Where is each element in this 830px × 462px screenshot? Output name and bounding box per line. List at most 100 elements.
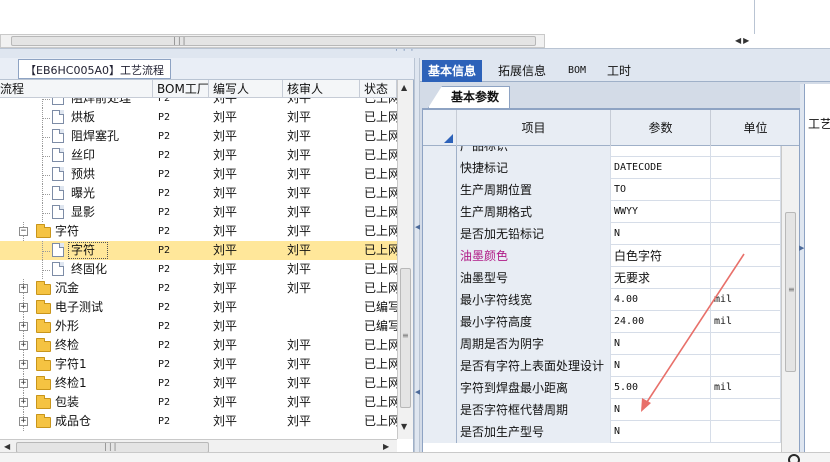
param-row[interactable]: 快捷标记 DATECODE bbox=[423, 157, 781, 179]
param-value-cell[interactable]: 24.00 bbox=[611, 311, 711, 333]
param-value-cell[interactable]: N bbox=[611, 421, 711, 443]
row-indicator[interactable] bbox=[423, 311, 457, 333]
row-indicator[interactable] bbox=[423, 201, 457, 223]
top-horizontal-scrollbar[interactable]: ||| bbox=[0, 34, 545, 48]
top-splitter[interactable]: · · · bbox=[0, 46, 830, 58]
row-indicator[interactable] bbox=[423, 223, 457, 245]
tab-work-hours[interactable]: 工时 bbox=[601, 60, 637, 82]
tab-basic-params[interactable]: 基本参数 bbox=[428, 86, 511, 108]
tree-cell-status: 已上网 bbox=[364, 243, 397, 257]
param-row[interactable]: 是否有字符上表面处理设计 N bbox=[423, 355, 781, 377]
tab-bom[interactable]: BOM bbox=[562, 60, 592, 82]
param-value-cell[interactable]: 5.00 bbox=[611, 377, 711, 399]
param-value-cell[interactable]: 无要求 bbox=[611, 267, 711, 289]
param-row[interactable]: 是否加无铅标记 N bbox=[423, 223, 781, 245]
tree-row[interactable]: 阻焊塞孔 P2 刘平 刘平 已上网 bbox=[0, 127, 397, 146]
tree-row[interactable]: + 电子测试 P2 刘平 已编写 bbox=[0, 298, 397, 317]
column-header-flow[interactable]: 流程 bbox=[0, 80, 153, 98]
column-header-unit[interactable]: 单位 bbox=[711, 110, 799, 146]
top-scroll-arrows[interactable]: ◀▶ bbox=[735, 36, 751, 45]
scroll-down-icon[interactable]: ▼ bbox=[401, 422, 407, 431]
grid-corner[interactable] bbox=[423, 110, 457, 146]
param-value-cell[interactable]: 白色字符 bbox=[611, 245, 711, 267]
param-value-cell[interactable]: DATECODE bbox=[611, 157, 711, 179]
param-value-cell[interactable]: N bbox=[611, 333, 711, 355]
tree-row[interactable]: + 终检1 P2 刘平 刘平 已上网 bbox=[0, 374, 397, 393]
process-flow-tab[interactable]: 【EB6HC005A0】工艺流程 bbox=[18, 59, 171, 79]
tree-row[interactable]: − 字符 P2 刘平 刘平 已上网 bbox=[0, 222, 397, 241]
column-header-writer[interactable]: 编写人 bbox=[209, 80, 283, 98]
column-header-factory[interactable]: BOM工厂 bbox=[153, 80, 209, 98]
grid-vertical-scrollbar[interactable]: ≡ bbox=[781, 146, 799, 461]
param-row[interactable]: 字符到焊盘最小距离 5.00 mil bbox=[423, 377, 781, 399]
scroll-left-icon[interactable]: ◀ bbox=[4, 442, 10, 451]
scroll-right-icon[interactable]: ▶ bbox=[383, 442, 389, 451]
row-indicator[interactable] bbox=[423, 377, 457, 399]
tree-row[interactable]: 丝印 P2 刘平 刘平 已上网 bbox=[0, 146, 397, 165]
param-value-cell[interactable]: N bbox=[611, 355, 711, 377]
param-value-cell[interactable]: 4.00 bbox=[611, 289, 711, 311]
tree-row[interactable]: 曝光 P2 刘平 刘平 已上网 bbox=[0, 184, 397, 203]
row-indicator[interactable] bbox=[423, 267, 457, 289]
collapse-icon[interactable]: − bbox=[19, 227, 28, 236]
expand-icon[interactable]: + bbox=[19, 284, 28, 293]
expand-icon[interactable]: + bbox=[19, 379, 28, 388]
row-indicator[interactable] bbox=[423, 289, 457, 311]
grid-scroll-thumb[interactable]: ≡ bbox=[785, 212, 796, 372]
tree-row[interactable]: 字符 P2 刘平 刘平 已上网 bbox=[0, 241, 397, 260]
tree-row[interactable]: + 成品仓 P2 刘平 刘平 已上网 bbox=[0, 412, 397, 431]
param-value-cell[interactable]: TO bbox=[611, 179, 711, 201]
column-header-status-label: 状态 bbox=[364, 82, 389, 96]
expand-icon[interactable]: + bbox=[19, 322, 28, 331]
row-indicator[interactable] bbox=[423, 146, 457, 157]
tree-row[interactable]: 预烘 P2 刘平 刘平 已上网 bbox=[0, 165, 397, 184]
row-indicator[interactable] bbox=[423, 399, 457, 421]
row-indicator[interactable] bbox=[423, 157, 457, 179]
tab-extended-info[interactable]: 拓展信息 bbox=[492, 60, 552, 82]
param-value-cell[interactable] bbox=[611, 146, 711, 157]
tree-row[interactable]: + 外形 P2 刘平 已编写 bbox=[0, 317, 397, 336]
row-indicator[interactable] bbox=[423, 333, 457, 355]
tree-scroll-thumb[interactable]: ≡ bbox=[400, 268, 411, 408]
param-row[interactable]: 周期是否为阴字 N bbox=[423, 333, 781, 355]
row-indicator[interactable] bbox=[423, 421, 457, 443]
param-row[interactable]: 油墨颜色 白色字符 bbox=[423, 245, 781, 267]
scroll-up-icon[interactable]: ▲ bbox=[401, 83, 407, 92]
param-row[interactable]: 最小字符高度 24.00 mil bbox=[423, 311, 781, 333]
tree-row[interactable]: 终固化 P2 刘平 刘平 已上网 bbox=[0, 260, 397, 279]
tree-row[interactable]: 显影 P2 刘平 刘平 已上网 bbox=[0, 203, 397, 222]
param-value-cell[interactable]: N bbox=[611, 223, 711, 245]
column-header-item[interactable]: 项目 bbox=[457, 110, 611, 146]
tree-cell-flow: 终检 bbox=[55, 338, 80, 352]
gear-icon[interactable] bbox=[788, 454, 800, 462]
param-row[interactable]: 是否加生产型号 N bbox=[423, 421, 781, 443]
param-row[interactable]: 产品标识 bbox=[423, 146, 781, 157]
tree-vertical-scrollbar[interactable]: ▲ ≡ ▼ bbox=[397, 80, 413, 439]
row-indicator[interactable] bbox=[423, 355, 457, 377]
param-row[interactable]: 是否字符框代替周期 N bbox=[423, 399, 781, 421]
param-row[interactable]: 生产周期格式 WWYY bbox=[423, 201, 781, 223]
expand-icon[interactable]: + bbox=[19, 303, 28, 312]
param-value-cell[interactable]: N bbox=[611, 399, 711, 421]
column-header-param[interactable]: 参数 bbox=[611, 110, 711, 146]
tree-row[interactable]: + 沉金 P2 刘平 刘平 已上网 bbox=[0, 279, 397, 298]
tree-row[interactable]: 烘板 P2 刘平 刘平 已上网 bbox=[0, 108, 397, 127]
tree-row[interactable]: + 包装 P2 刘平 刘平 已上网 bbox=[0, 393, 397, 412]
column-header-reviewer[interactable]: 核审人 bbox=[283, 80, 360, 98]
expand-icon[interactable]: + bbox=[19, 341, 28, 350]
tree-row[interactable]: + 字符1 P2 刘平 刘平 已上网 bbox=[0, 355, 397, 374]
row-indicator[interactable] bbox=[423, 179, 457, 201]
param-row[interactable]: 生产周期位置 TO bbox=[423, 179, 781, 201]
tree-row[interactable]: 阻焊前处理 P2 刘平 刘平 已上网 bbox=[0, 98, 397, 108]
param-row[interactable]: 最小字符线宽 4.00 mil bbox=[423, 289, 781, 311]
expand-icon[interactable]: + bbox=[19, 398, 28, 407]
tab-basic-info[interactable]: 基本信息 bbox=[422, 60, 483, 82]
expand-icon[interactable]: + bbox=[19, 417, 28, 426]
expand-icon[interactable]: + bbox=[19, 360, 28, 369]
tree-row[interactable]: + 终检 P2 刘平 刘平 已上网 bbox=[0, 336, 397, 355]
column-header-status[interactable]: 状态 bbox=[360, 80, 397, 98]
param-row[interactable]: 油墨型号 无要求 bbox=[423, 267, 781, 289]
row-indicator[interactable] bbox=[423, 245, 457, 267]
top-scroll-thumb[interactable]: ||| bbox=[11, 36, 536, 46]
param-value-cell[interactable]: WWYY bbox=[611, 201, 711, 223]
